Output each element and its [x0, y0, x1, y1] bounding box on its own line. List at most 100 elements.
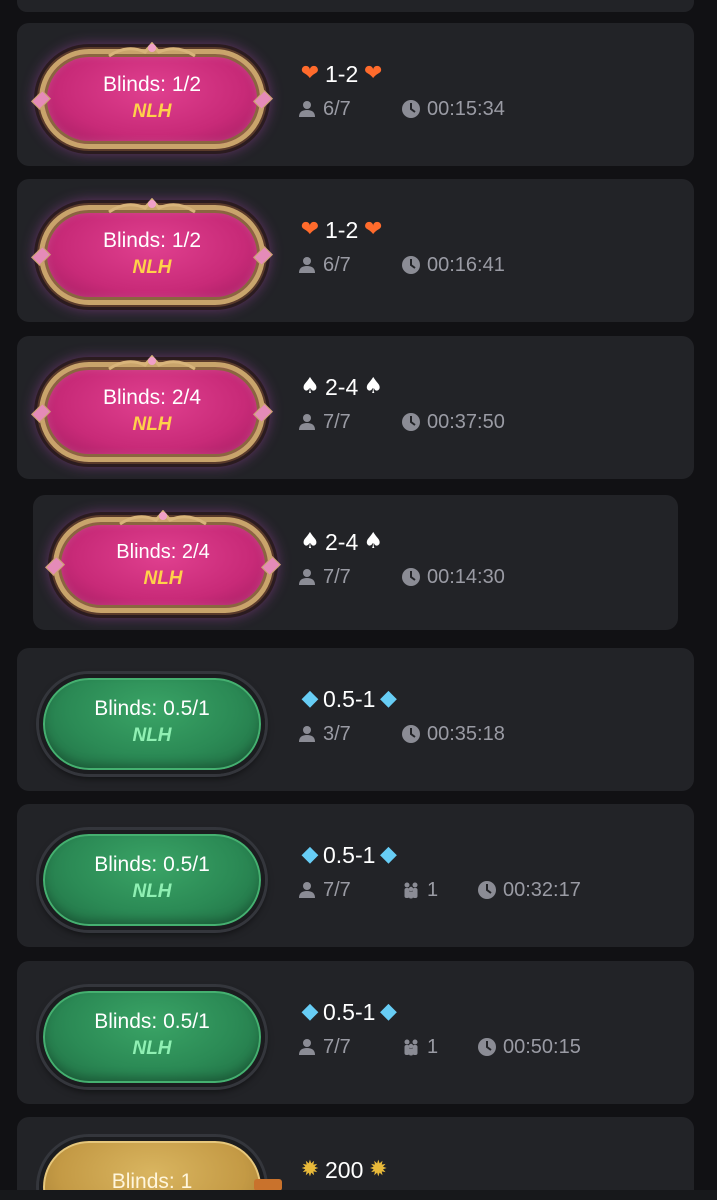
game-type: NLH: [132, 257, 172, 278]
elapsed-time: 00:15:34: [401, 98, 505, 121]
table-info: ♠ 2-4 ♠ 7/7 00:14:30: [297, 527, 678, 589]
table-name-text: 200: [325, 1156, 364, 1183]
heart-on-fire-icon: ❤: [300, 217, 320, 242]
clock-icon: [402, 413, 420, 431]
bottom-tab-bar[interactable]: [0, 1190, 717, 1200]
table-name-text: 2-4: [325, 528, 359, 555]
table-name-text: 0.5-1: [323, 685, 376, 712]
elapsed-time-text: 00:37:50: [427, 410, 505, 433]
player-count-text: 7/7: [323, 1035, 351, 1058]
game-type: NLH: [132, 1038, 172, 1059]
group-icon: [404, 1039, 418, 1056]
table-card-pressed[interactable]: Blinds: 2/4 NLH ♠ 2-4 ♠ 7/7 00:14:30: [33, 495, 678, 630]
table-card[interactable]: Blinds: 0.5/1 NLH ◆ 0.5-1 ◆ 3/7 00:35:18: [17, 648, 694, 791]
table-badge[interactable]: Blinds: 0.5/1 NLH: [39, 674, 265, 774]
table-badge[interactable]: Blinds: 0.5/1 NLH: [39, 830, 265, 930]
table-name: ◆ 0.5-1 ◆: [297, 840, 694, 870]
table-stats: 3/7 00:35:18: [297, 722, 694, 746]
elapsed-time: 00:37:50: [401, 411, 505, 434]
game-type: NLH: [132, 101, 172, 122]
table-stats: 7/7 1 00:50:15: [297, 1035, 694, 1059]
table-card[interactable]: Blinds: 1/2 NLH ❤ 1-2 ❤ 6/7 00:15:34: [17, 23, 694, 166]
elapsed-time: 00:14:30: [401, 566, 505, 589]
game-type: NLH: [132, 414, 172, 435]
previous-table-card[interactable]: [17, 0, 694, 12]
table-info: ◆ 0.5-1 ◆ 7/7 1 00:50:15: [297, 997, 694, 1059]
table-name: ❤ 1-2 ❤: [297, 215, 694, 245]
elapsed-time-text: 00:35:18: [427, 722, 505, 745]
elapsed-time: 00:35:18: [401, 723, 505, 746]
table-stats: 7/7 00:14:30: [297, 565, 678, 589]
game-type: NLH: [143, 568, 183, 589]
person-icon: [299, 414, 315, 430]
crown-ornament-icon: [119, 510, 207, 526]
elapsed-time: 00:16:41: [401, 254, 505, 277]
table-stats: 7/7 00:37:50: [297, 410, 694, 434]
elapsed-time-text: 00:32:17: [503, 878, 581, 901]
person-icon: [299, 882, 315, 898]
player-count: 6/7: [297, 254, 401, 277]
player-count-text: 7/7: [323, 565, 351, 588]
blinds-label: Blinds: 0.5/1: [94, 853, 210, 876]
waiting-count: 1: [401, 879, 477, 902]
elapsed-time: 00:50:15: [477, 1036, 581, 1059]
clock-icon: [478, 1038, 496, 1056]
diamond-gem-icon: ◆: [379, 842, 397, 867]
player-count-text: 7/7: [323, 410, 351, 433]
person-icon: [299, 569, 315, 585]
table-card[interactable]: Blinds: 0.5/1 NLH ◆ 0.5-1 ◆ 7/7 1: [17, 961, 694, 1104]
table-name: ◆ 0.5-1 ◆: [297, 684, 694, 714]
table-badge[interactable]: Blinds: 2/4 NLH: [31, 355, 273, 462]
blinds-label: Blinds: 2/4: [116, 541, 210, 563]
blinds-label: Blinds: 0.5/1: [94, 697, 210, 720]
table-badge[interactable]: Blinds: 1/2 NLH: [31, 198, 273, 305]
clock-icon: [402, 568, 420, 586]
pineapple-icon: ✹: [369, 1157, 388, 1182]
clock-icon: [402, 256, 420, 274]
table-name: ❤ 1-2 ❤: [297, 59, 694, 89]
table-badge[interactable]: Blinds: 0.5/1 NLH: [39, 987, 265, 1087]
table-stats: 6/7 00:15:34: [297, 97, 694, 121]
clock-icon: [402, 725, 420, 743]
table-info: ◆ 0.5-1 ◆ 7/7 1 00:32:17: [297, 840, 694, 902]
waiting-count-text: 1: [427, 878, 439, 901]
elapsed-time-text: 00:15:34: [427, 97, 505, 120]
table-info: ❤ 1-2 ❤ 6/7 00:16:41: [297, 215, 694, 277]
player-count-text: 7/7: [323, 878, 351, 901]
clock-icon: [478, 881, 496, 899]
blinds-label: Blinds: 1/2: [102, 73, 202, 96]
heart-on-fire-icon: ❤: [364, 217, 383, 242]
table-name: ◆ 0.5-1 ◆: [297, 997, 694, 1027]
player-count: 6/7: [297, 98, 401, 121]
group-icon: [404, 882, 418, 899]
table-name-text: 0.5-1: [323, 841, 376, 868]
blinds-label: Blinds: 0.5/1: [94, 1010, 210, 1033]
table-info: ❤ 1-2 ❤ 6/7 00:15:34: [297, 59, 694, 121]
table-badge[interactable]: Blinds: 2/4 NLH: [45, 510, 281, 613]
elapsed-time-text: 00:16:41: [427, 253, 505, 276]
table-card[interactable]: Blinds: 2/4 NLH ♠ 2-4 ♠ 7/7 00:37:50: [17, 336, 694, 479]
table-stats: 7/7 1 00:32:17: [297, 878, 694, 902]
table-name-text: 2-4: [325, 373, 359, 400]
person-icon: [299, 726, 315, 742]
table-card[interactable]: Blinds: 1 ✹ 200 ✹: [17, 1117, 694, 1200]
blinds-label: Blinds: 2/4: [102, 386, 202, 409]
table-info: ✹ 200 ✹: [297, 1155, 694, 1185]
player-count: 7/7: [297, 1036, 401, 1059]
heart-on-fire-icon: ❤: [300, 61, 320, 86]
elapsed-time-text: 00:14:30: [427, 565, 505, 588]
table-badge[interactable]: Blinds: 1/2 NLH: [31, 42, 273, 149]
player-count-text: 6/7: [323, 97, 351, 120]
player-count: 7/7: [297, 566, 401, 589]
person-icon: [299, 101, 315, 117]
table-stats: 6/7 00:16:41: [297, 253, 694, 277]
person-icon: [299, 1039, 315, 1055]
table-card[interactable]: Blinds: 0.5/1 NLH ◆ 0.5-1 ◆ 7/7 1: [17, 804, 694, 947]
player-count: 7/7: [297, 411, 401, 434]
person-icon: [299, 257, 315, 273]
heart-on-fire-icon: ❤: [364, 61, 383, 86]
spade-icon: ♠: [363, 529, 384, 554]
game-type: NLH: [132, 881, 172, 902]
table-card[interactable]: Blinds: 1/2 NLH ❤ 1-2 ❤ 6/7 00:16:41: [17, 179, 694, 322]
crown-ornament-icon: [108, 198, 196, 214]
